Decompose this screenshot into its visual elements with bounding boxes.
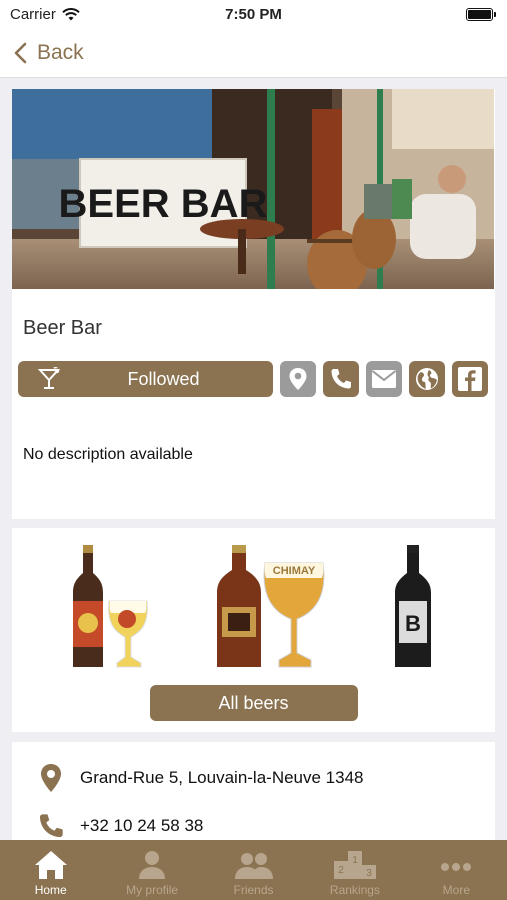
chevron-left-icon [14, 42, 27, 63]
envelope-icon [371, 370, 397, 388]
address-text: Grand-Rue 5, Louvain-la-Neuve 1348 [80, 768, 364, 787]
tab-rankings[interactable]: 1 2 3 Rankings [304, 840, 405, 900]
facebook-icon [458, 367, 482, 391]
website-button[interactable] [409, 361, 445, 397]
back-label: Back [37, 40, 84, 64]
beer-images: CHIMAY B [12, 538, 495, 670]
location-pin-icon [41, 764, 61, 792]
tab-bar: Home My profile Friends 1 2 3 Rankings M… [0, 840, 507, 900]
tab-label-more: More [442, 883, 470, 897]
status-left: Carrier [10, 6, 80, 23]
phone-row[interactable]: +32 10 24 58 38 [12, 802, 495, 840]
call-button[interactable] [323, 361, 359, 397]
home-icon [34, 851, 67, 879]
nav-bar: Back [0, 28, 507, 78]
phone-text: +32 10 24 58 38 [80, 816, 204, 835]
facebook-button[interactable] [452, 361, 488, 397]
tab-label-my-profile: My profile [126, 883, 179, 897]
venue-photo: BEER BAR [12, 89, 494, 289]
status-bar: Carrier 7:50 PM [0, 0, 507, 28]
email-button[interactable] [366, 361, 402, 397]
phone-icon [331, 369, 351, 389]
back-button[interactable]: Back [14, 41, 84, 65]
beer-image-2[interactable]: CHIMAY [213, 545, 333, 670]
wifi-icon [62, 7, 80, 20]
venue-description: No description available [23, 446, 193, 463]
all-beers-button[interactable]: All beers [149, 685, 358, 721]
venue-name: Beer Bar [23, 317, 102, 339]
person-icon [139, 851, 166, 879]
globe-icon [416, 368, 438, 390]
tab-label-friends: Friends [233, 883, 274, 897]
address-row[interactable]: Grand-Rue 5, Louvain-la-Neuve 1348 [12, 754, 495, 802]
carrier-label: Carrier [10, 5, 56, 23]
cocktail-icon [38, 367, 61, 389]
scroll-content[interactable]: BEER BAR Beer Bar Followed No descriptio… [0, 79, 507, 840]
svg-text:2: 2 [338, 865, 344, 876]
tab-more[interactable]: More [406, 840, 507, 900]
venue-card: BEER BAR Beer Bar Followed No descriptio… [12, 89, 495, 519]
people-icon [234, 853, 273, 879]
location-pin-icon [289, 368, 307, 390]
svg-text:B: B [405, 611, 421, 636]
action-row: Followed [12, 361, 495, 397]
follow-button[interactable]: Followed [18, 361, 273, 397]
svg-text:1: 1 [352, 855, 358, 866]
tab-home[interactable]: Home [0, 840, 101, 900]
more-icon [441, 863, 472, 871]
tab-my-profile[interactable]: My profile [101, 840, 202, 900]
beers-card: CHIMAY B All beers [12, 528, 495, 732]
info-card: Grand-Rue 5, Louvain-la-Neuve 1348 +32 1… [12, 742, 495, 840]
phone-icon [39, 814, 63, 838]
beer-image-1[interactable] [69, 545, 159, 670]
beer-image-3[interactable]: B [388, 545, 438, 670]
tab-label-home: Home [34, 883, 67, 897]
battery-icon [466, 7, 496, 21]
svg-text:3: 3 [366, 868, 372, 879]
tab-label-rankings: Rankings [329, 883, 380, 897]
podium-icon: 1 2 3 [333, 851, 376, 879]
svg-text:CHIMAY: CHIMAY [273, 565, 316, 577]
map-button[interactable] [280, 361, 316, 397]
tab-friends[interactable]: Friends [203, 840, 304, 900]
